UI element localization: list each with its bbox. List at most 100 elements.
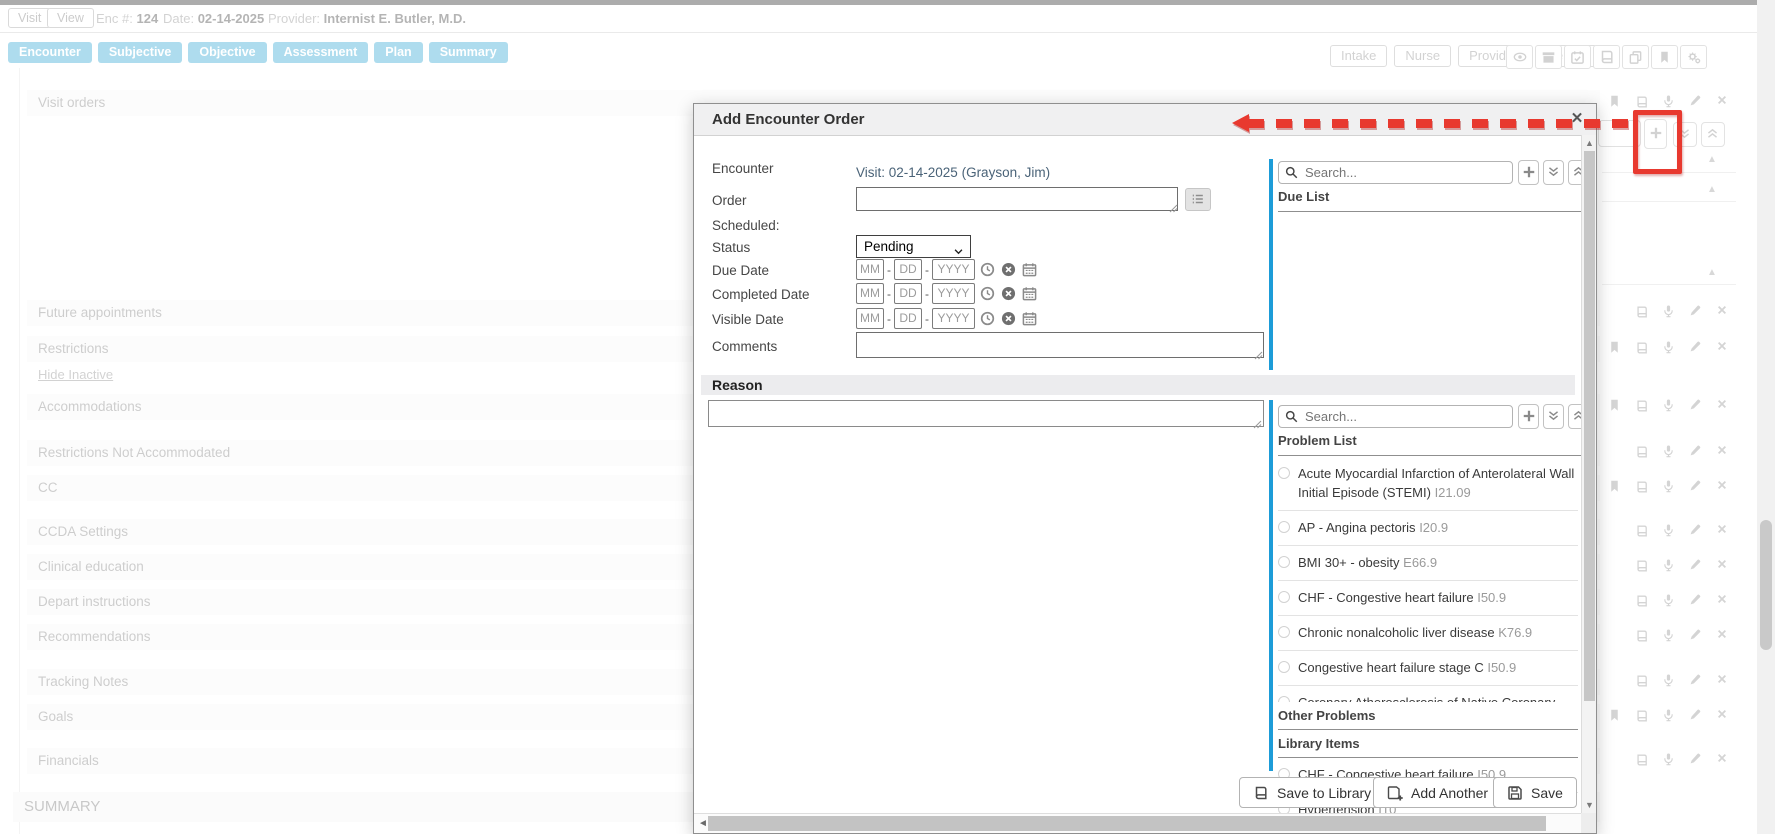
problem-label: CHF - Congestive heart failure [1298, 590, 1474, 605]
reason-search-input[interactable] [1278, 405, 1513, 428]
scroll-up-icon[interactable]: ▲ [1585, 138, 1594, 148]
order-input[interactable] [856, 187, 1178, 211]
save-plus-icon [1387, 785, 1403, 801]
other-problems-header: Other Problems [1278, 702, 1578, 730]
clock-icon[interactable] [980, 311, 996, 327]
clear-date-icon[interactable] [1001, 262, 1017, 278]
radio-icon[interactable] [1278, 696, 1290, 702]
save-button[interactable]: Save [1493, 777, 1577, 808]
due-list-header: Due List [1278, 189, 1582, 212]
order-picklist-button[interactable] [1185, 188, 1211, 211]
visible-date-label: Visible Date [712, 312, 784, 327]
comments-label: Comments [712, 339, 777, 354]
date-dash: - [925, 287, 929, 301]
order-label: Order [712, 193, 747, 208]
list-icon [1191, 192, 1207, 208]
radio-icon[interactable] [1278, 556, 1290, 568]
double-chevron-down-icon [1547, 409, 1563, 425]
scroll-down-icon[interactable]: ▼ [1585, 800, 1594, 810]
month-field[interactable]: MM [856, 283, 884, 304]
reason-add-button[interactable] [1518, 404, 1539, 429]
completed-date-label: Completed Date [712, 287, 810, 302]
dialog-horizontal-scrollbar[interactable]: ◄ ► [694, 813, 1596, 833]
problem-label: Congestive heart failure stage C [1298, 660, 1484, 675]
search-icon [1285, 410, 1298, 423]
encounter-label: Encounter [712, 161, 774, 176]
due-date-label: Due Date [712, 263, 769, 278]
problem-text: CHF - Congestive heart failure I50.9 [1298, 588, 1506, 607]
dialog-hscroll-thumb[interactable] [708, 816, 1546, 831]
problem-list: Acute Myocardial Infarction of Anterolat… [1278, 457, 1578, 828]
reason-textarea[interactable] [708, 400, 1264, 427]
plus-icon [1522, 409, 1538, 425]
page-scrollbar-thumb[interactable] [1760, 520, 1772, 650]
problem-list-header: Problem List [1278, 433, 1582, 456]
problem-text: Chronic nonalcoholic liver disease K76.9 [1298, 623, 1532, 642]
due-add-button[interactable] [1518, 160, 1539, 185]
save-to-library-button[interactable]: Save to Library [1239, 777, 1385, 808]
library-items-header: Library Items [1278, 730, 1578, 758]
problem-text: BMI 30+ - obesity E66.9 [1298, 553, 1437, 572]
due-date-controls: MM-DD-YYYY [856, 259, 1038, 280]
dialog-vscroll-thumb[interactable] [1584, 151, 1595, 701]
problem-item[interactable]: Chronic nonalcoholic liver disease K76.9 [1278, 616, 1578, 651]
reason-expand-all-button[interactable] [1543, 404, 1564, 429]
due-panel-accent-bar [1269, 159, 1273, 370]
arrow-dashes [1248, 119, 1633, 128]
problem-item[interactable]: CHF - Congestive heart failure I50.9 [1278, 581, 1578, 616]
problem-item[interactable]: AP - Angina pectoris I20.9 [1278, 511, 1578, 546]
due-search-input[interactable] [1278, 161, 1513, 184]
year-field[interactable]: YYYY [932, 259, 975, 280]
problem-label: Coronary Atherosclerosis of Native Coron… [1298, 695, 1555, 702]
problem-item[interactable]: Acute Myocardial Infarction of Anterolat… [1278, 457, 1578, 511]
encounter-value: Visit: 02-14-2025 (Grayson, Jim) [856, 165, 1050, 180]
reason-section-header: Reason [701, 375, 1575, 395]
radio-icon[interactable] [1278, 467, 1290, 479]
calendar-icon[interactable] [1022, 286, 1038, 302]
completed-date-controls: MM-DD-YYYY [856, 283, 1038, 304]
scroll-left-icon[interactable]: ◄ [698, 818, 708, 829]
year-field[interactable]: YYYY [932, 283, 975, 304]
problem-code: E66.9 [1403, 555, 1437, 570]
annotation-arrow [1232, 114, 1633, 133]
problem-code: I21.09 [1435, 485, 1471, 500]
comments-textarea[interactable] [856, 332, 1264, 358]
due-expand-all-button[interactable] [1543, 160, 1564, 185]
clock-icon[interactable] [980, 286, 996, 302]
calendar-icon[interactable] [1022, 311, 1038, 327]
problem-text: Acute Myocardial Infarction of Anterolat… [1298, 464, 1578, 502]
add-encounter-order-dialog: Add Encounter Order ✕ Encounter Visit: 0… [693, 103, 1597, 834]
problem-item[interactable]: Congestive heart failure stage C I50.9 [1278, 651, 1578, 686]
radio-icon[interactable] [1278, 661, 1290, 673]
clear-date-icon[interactable] [1001, 286, 1017, 302]
problem-item[interactable]: Coronary Atherosclerosis of Native Coron… [1278, 686, 1578, 702]
visible-date-controls: MM-DD-YYYY [856, 308, 1038, 329]
day-field[interactable]: DD [894, 259, 922, 280]
radio-icon[interactable] [1278, 521, 1290, 533]
problem-text: Coronary Atherosclerosis of Native Coron… [1298, 693, 1578, 702]
calendar-icon[interactable] [1022, 262, 1038, 278]
date-dash: - [925, 312, 929, 326]
radio-icon[interactable] [1278, 626, 1290, 638]
save-label: Save [1531, 785, 1563, 801]
problem-code: I50.9 [1487, 660, 1516, 675]
radio-icon[interactable] [1278, 591, 1290, 603]
problem-label: BMI 30+ - obesity [1298, 555, 1400, 570]
day-field[interactable]: DD [894, 283, 922, 304]
arrow-head-icon [1232, 114, 1249, 132]
dialog-vertical-scrollbar[interactable]: ▲ ▼ [1581, 135, 1596, 813]
page-scrollbar[interactable] [1757, 0, 1775, 834]
clock-icon[interactable] [980, 262, 996, 278]
status-select[interactable]: Pending [856, 235, 971, 258]
problem-item[interactable]: BMI 30+ - obesity E66.9 [1278, 546, 1578, 581]
problem-text: AP - Angina pectoris I20.9 [1298, 518, 1448, 537]
day-field[interactable]: DD [894, 308, 922, 329]
month-field[interactable]: MM [856, 259, 884, 280]
clear-date-icon[interactable] [1001, 311, 1017, 327]
reason-title: Reason [712, 377, 763, 393]
add-another-button[interactable]: Add Another [1373, 777, 1502, 808]
date-dash: - [887, 287, 891, 301]
problem-code: I50.9 [1477, 590, 1506, 605]
month-field[interactable]: MM [856, 308, 884, 329]
year-field[interactable]: YYYY [932, 308, 975, 329]
